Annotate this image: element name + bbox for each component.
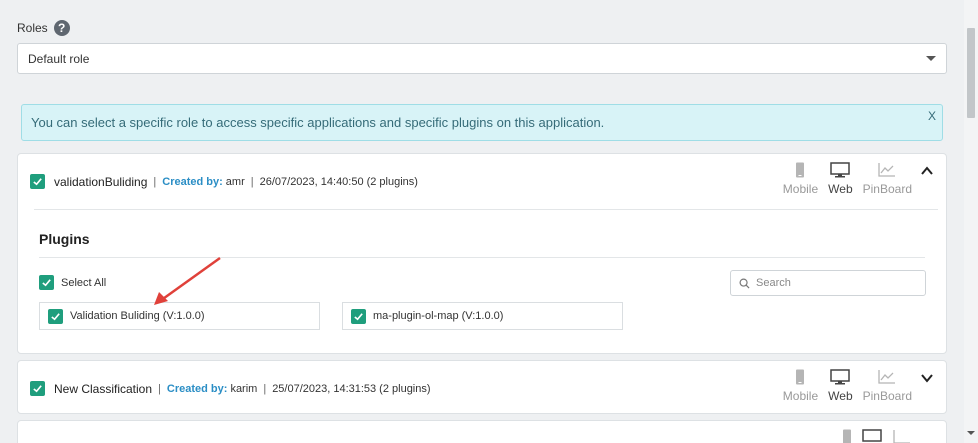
vertical-scrollbar[interactable]: [964, 0, 978, 443]
platform-label: Web: [828, 182, 853, 196]
app-card: validationBuliding | Created by: amr | 2…: [17, 153, 947, 354]
check-icon: [42, 279, 51, 287]
role-select[interactable]: Default role: [17, 43, 947, 74]
platform-web[interactable]: Web: [828, 162, 853, 196]
platform-toggles: Mobile Web PinBoard: [783, 162, 912, 196]
created-by-label: Created by:: [166, 382, 228, 395]
mobile-icon: [843, 429, 851, 443]
app-checkbox[interactable]: [30, 381, 45, 396]
chevron-down-icon: [926, 56, 936, 61]
creator-name: amr: [225, 175, 245, 188]
select-all[interactable]: Select All: [39, 275, 106, 290]
app-card: New Classification | Created by: karim |…: [17, 360, 947, 414]
check-icon: [354, 312, 363, 320]
plugin-item[interactable]: Validation Buliding (V:1.0.0): [39, 302, 320, 330]
search-input[interactable]: [756, 277, 916, 289]
platform-toggles: [842, 429, 912, 443]
search-icon: [739, 278, 750, 289]
platform-mobile[interactable]: [842, 429, 852, 443]
platform-pinboard[interactable]: PinBoard: [863, 162, 912, 196]
app-name: validationBuliding: [54, 174, 148, 189]
platform-pinboard[interactable]: [892, 429, 912, 443]
platform-pinboard[interactable]: PinBoard: [863, 369, 912, 403]
plugin-count: (2 plugins): [366, 175, 418, 188]
created-by-label: Created by:: [162, 175, 223, 188]
role-select-value: Default role: [28, 51, 90, 66]
select-all-label: Select All: [61, 276, 107, 289]
chart-icon: [878, 163, 896, 177]
chart-icon: [878, 370, 896, 384]
plugins-title: Plugins: [39, 231, 90, 247]
plugin-search[interactable]: [730, 270, 926, 296]
platform-label: PinBoard: [862, 182, 912, 196]
divider: [39, 257, 925, 258]
separator: |: [250, 175, 254, 188]
app-card: [17, 420, 947, 443]
mobile-icon: [796, 369, 805, 385]
select-all-checkbox[interactable]: [39, 275, 54, 290]
plugin-label: ma-plugin-ol-map (V:1.0.0): [373, 310, 504, 322]
platform-label: Mobile: [782, 389, 819, 403]
app-card-header: New Classification | Created by: karim |…: [30, 381, 431, 396]
mobile-icon: [796, 162, 805, 178]
separator: |: [153, 175, 157, 188]
platform-mobile[interactable]: Mobile: [783, 369, 818, 403]
scroll-down-icon[interactable]: [967, 431, 975, 435]
monitor-icon: [862, 429, 882, 442]
platform-toggles: Mobile Web PinBoard: [783, 369, 912, 403]
check-icon: [51, 312, 60, 320]
monitor-icon: [830, 369, 851, 385]
chart-icon: [893, 430, 910, 443]
creator-name: karim: [230, 382, 258, 395]
chevron-up-icon[interactable]: [920, 164, 934, 178]
plugin-checkbox[interactable]: [48, 308, 63, 324]
divider: [34, 209, 938, 210]
plugin-checkbox[interactable]: [351, 308, 366, 324]
platform-label: Web: [828, 389, 853, 403]
chevron-down-icon[interactable]: [920, 371, 934, 385]
plugin-item[interactable]: ma-plugin-ol-map (V:1.0.0): [342, 302, 623, 330]
info-alert: You can select a specific role to access…: [21, 104, 943, 141]
roles-header: Roles ?: [17, 20, 70, 36]
roles-label: Roles: [17, 21, 48, 35]
plugin-count: (2 plugins): [379, 382, 431, 395]
close-icon[interactable]: X: [928, 109, 936, 123]
monitor-icon: [830, 162, 851, 178]
platform-label: PinBoard: [862, 389, 912, 403]
platform-mobile[interactable]: Mobile: [783, 162, 818, 196]
platform-web[interactable]: [862, 429, 882, 443]
platform-label: Mobile: [782, 182, 819, 196]
app-card-header: validationBuliding | Created by: amr | 2…: [30, 174, 418, 189]
check-icon: [33, 385, 42, 393]
scrollbar-thumb[interactable]: [967, 28, 975, 118]
alert-message: You can select a specific role to access…: [31, 115, 605, 130]
plugin-label: Validation Buliding (V:1.0.0): [70, 310, 205, 322]
created-date: 25/07/2023, 14:31:53: [272, 382, 377, 395]
check-icon: [33, 178, 42, 186]
separator: |: [158, 382, 161, 395]
app-name: New Classification: [54, 381, 153, 396]
help-icon[interactable]: ?: [53, 20, 70, 36]
created-date: 26/07/2023, 14:40:50: [259, 175, 364, 188]
page: Roles ? Default role You can select a sp…: [0, 0, 958, 443]
app-checkbox[interactable]: [30, 174, 45, 189]
platform-web[interactable]: Web: [828, 369, 853, 403]
separator: |: [263, 382, 267, 395]
